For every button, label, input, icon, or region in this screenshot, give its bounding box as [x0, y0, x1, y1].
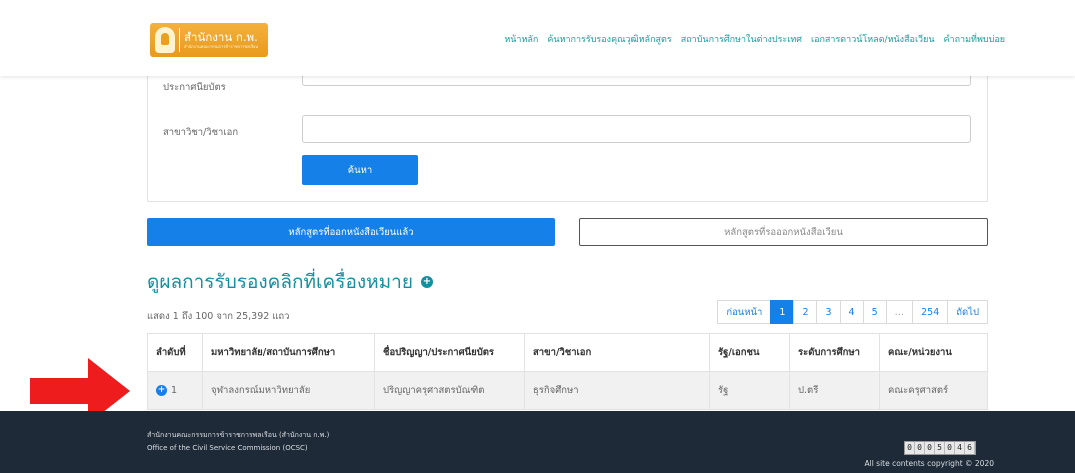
pagination: ก่อนหน้า 1 2 3 4 5 … 254 ถัดไป — [717, 300, 988, 324]
degree-label: ประกาศนียบัตร — [163, 82, 226, 93]
nav-downloads[interactable]: เอกสารดาวน์โหลด/หนังสือเวียน — [811, 32, 935, 46]
table-header-row: ลำดับที่ มหาวิทยาลัย/สถาบันการศึกษา ชื่อ… — [147, 333, 988, 372]
counter-digit: 6 — [965, 442, 975, 454]
page-title: ดูผลการรับรองคลิกที่เครื่องหมาย — [147, 271, 413, 293]
search-form: ประกาศนียบัตร สาขาวิชา/วิชาเอก ค้นหา — [147, 58, 988, 202]
table-row: +1 จุฬาลงกรณ์มหาวิทยาลัย ปริญญาครุศาสตรบ… — [147, 371, 988, 410]
col-sector[interactable]: รัฐ/เอกชน — [709, 333, 790, 372]
results-table: ลำดับที่ มหาวิทยาลัย/สถาบันการศึกษา ชื่อ… — [147, 333, 988, 410]
copyright-text: All site contents copyright © 2020 — [864, 459, 994, 468]
cell-major: ธุรกิจศึกษา — [524, 371, 710, 410]
nav-faq[interactable]: คำถามที่พบบ่อย — [944, 32, 1005, 46]
footer-org-english: Office of the Civil Service Commission (… — [147, 444, 308, 452]
counter-digit: 0 — [915, 442, 925, 454]
tab-issued-courses[interactable]: หลักสูตรที่ออกหนังสือเวียนแล้ว — [147, 218, 555, 246]
logo-text: สำนักงาน ก.พ. — [184, 30, 258, 44]
footer-org-thai: สำนักงานคณะกรรมการข้าราชการพลเรือน (สำนั… — [147, 431, 330, 439]
order-number: 1 — [171, 385, 178, 396]
plus-circle-icon: + — [420, 276, 433, 288]
page-4[interactable]: 4 — [839, 300, 864, 324]
cell-faculty: คณะครุศาสตร์ — [879, 371, 988, 410]
cell-degree: ปริญญาครุศาสตรบัณฑิต — [374, 371, 525, 410]
tab-pending-courses[interactable]: หลักสูตรที่รอออกหนังสือเวียน — [579, 218, 988, 246]
counter-digit: 4 — [955, 442, 965, 454]
results-heading: ดูผลการรับรองคลิกที่เครื่องหมาย + — [147, 267, 433, 297]
col-degree[interactable]: ชื่อปริญญา/ประกาศนียบัตร — [374, 333, 525, 372]
counter-digit: 0 — [905, 442, 915, 454]
major-input[interactable] — [302, 115, 971, 143]
nav-foreign-institutions[interactable]: สถาบันการศึกษาในต่างประเทศ — [681, 32, 802, 46]
major-label: สาขาวิชา/วิชาเอก — [163, 127, 239, 138]
nav-search-accreditation[interactable]: ค้นหาการรับรองคุณวุฒิหลักสูตร — [547, 32, 671, 46]
site-footer: สำนักงานคณะกรรมการข้าราชการพลเรือน (สำนั… — [0, 411, 1075, 473]
ocsc-logo[interactable]: สำนักงาน ก.พ. สำนักงานคณะกรรมการข้าราชกา… — [150, 23, 268, 57]
page-254[interactable]: 254 — [912, 300, 949, 324]
logo-subtitle: สำนักงานคณะกรรมการข้าราชการพลเรือน — [184, 44, 259, 49]
nav-home[interactable]: หน้าหลัก — [504, 32, 538, 46]
cell-order: +1 — [147, 371, 203, 410]
page-5[interactable]: 5 — [862, 300, 887, 324]
page-2[interactable]: 2 — [793, 300, 818, 324]
counter-digit: 0 — [925, 442, 935, 454]
col-level[interactable]: ระดับการศึกษา — [789, 333, 880, 372]
col-university[interactable]: มหาวิทยาลัย/สถาบันการศึกษา — [202, 333, 375, 372]
page-next[interactable]: ถัดไป — [947, 300, 988, 324]
col-faculty[interactable]: คณะ/หน่วยงาน — [879, 333, 988, 372]
counter-digit: 5 — [935, 442, 945, 454]
logo-divider — [179, 28, 180, 52]
col-order[interactable]: ลำดับที่ — [147, 333, 203, 372]
emblem-icon — [155, 27, 175, 53]
top-navbar: สำนักงาน ก.พ. สำนักงานคณะกรรมการข้าราชกา… — [0, 0, 1075, 76]
page-ellipsis: … — [885, 300, 914, 324]
page-prev[interactable]: ก่อนหน้า — [717, 300, 772, 324]
counter-digit: 0 — [945, 442, 955, 454]
col-major[interactable]: สาขา/วิชาเอก — [524, 333, 710, 372]
cell-level: ป.ตรี — [789, 371, 880, 410]
main-nav: หน้าหลัก ค้นหาการรับรองคุณวุฒิหลักสูตร ส… — [504, 32, 1005, 46]
expand-row-icon[interactable]: + — [156, 385, 167, 396]
search-button[interactable]: ค้นหา — [302, 155, 418, 185]
results-count: แสดง 1 ถึง 100 จาก 25,392 แถว — [147, 311, 290, 322]
cell-university: จุฬาลงกรณ์มหาวิทยาลัย — [202, 371, 375, 410]
page-3[interactable]: 3 — [816, 300, 841, 324]
cell-sector: รัฐ — [709, 371, 790, 410]
page-1[interactable]: 1 — [770, 300, 795, 324]
visitor-counter: 0005046 — [904, 441, 976, 455]
